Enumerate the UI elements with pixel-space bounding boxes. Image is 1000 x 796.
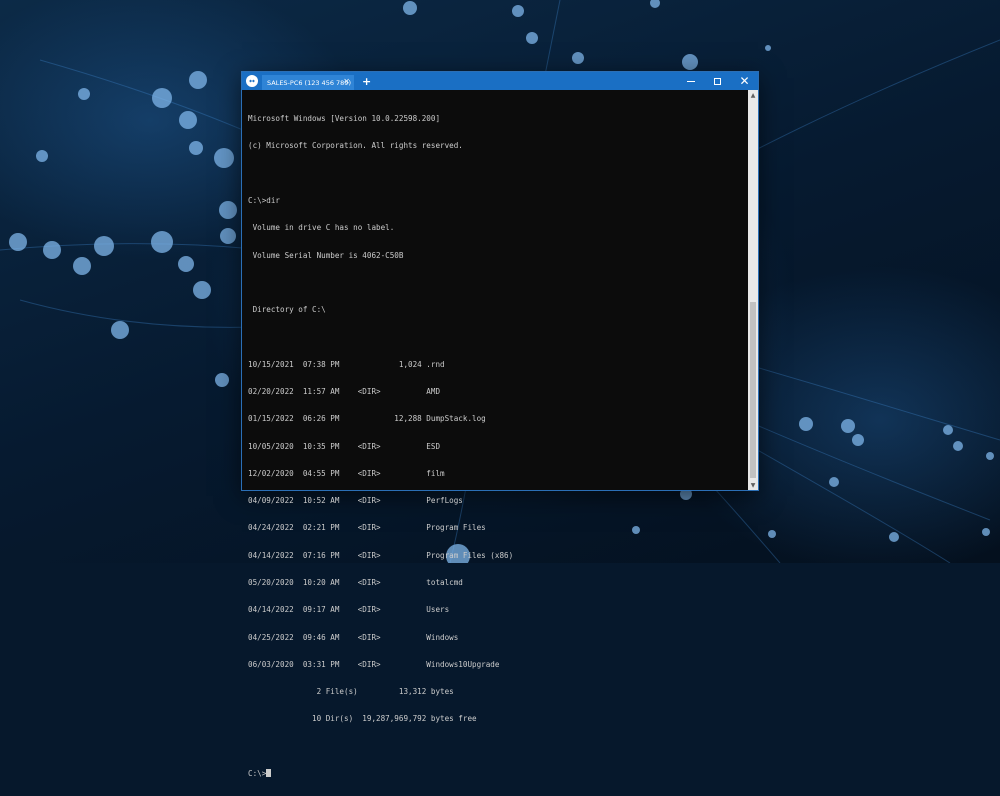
dir-entry: 04/25/2022 09:46 AM <DIR> Windows bbox=[248, 632, 459, 642]
console-line: Microsoft Windows [Version 10.0.22598.20… bbox=[248, 114, 441, 124]
command-line: C:\>dir bbox=[248, 196, 281, 206]
scroll-up-arrow-icon[interactable]: ▲ bbox=[748, 90, 758, 100]
dir-entry: 02/20/2022 11:57 AM <DIR> AMD bbox=[248, 387, 441, 396]
dir-entry: 04/09/2022 10:52 AM <DIR> PerfLogs bbox=[248, 496, 463, 506]
dirs-summary: 10 Dir(s) 19,287,969,792 bytes free bbox=[248, 714, 477, 724]
dir-entry: 12/02/2020 04:55 PM <DIR> film bbox=[248, 468, 445, 478]
prompt-line[interactable]: C:\> bbox=[248, 768, 748, 778]
scrollbar-thumb[interactable] bbox=[750, 302, 756, 478]
text-cursor bbox=[266, 768, 272, 777]
console-line: (c) Microsoft Corporation. All rights re… bbox=[248, 141, 463, 151]
maximize-button[interactable] bbox=[704, 72, 731, 90]
dir-entry: 04/24/2022 02:21 PM <DIR> Program Files bbox=[248, 523, 486, 533]
dir-entry: 04/14/2022 07:16 PM <DIR> Program Files … bbox=[248, 550, 514, 560]
dir-entry: 10/05/2020 10:35 PM <DIR> ESD bbox=[248, 441, 441, 451]
dir-entry: 01/15/2022 06:26 PM 12,288 DumpStack.log bbox=[248, 414, 486, 424]
close-button[interactable]: ✕ bbox=[731, 72, 758, 90]
scroll-down-arrow-icon[interactable]: ▼ bbox=[748, 480, 758, 490]
remote-terminal-window: SALES-PC6 (123 456 789) ✕ + ✕ Microsoft … bbox=[242, 72, 758, 778]
minimize-icon bbox=[686, 81, 695, 82]
dir-entry: 06/03/2020 03:31 PM <DIR> Windows10Upgra… bbox=[248, 659, 500, 669]
title-bar[interactable]: SALES-PC6 (123 456 789) ✕ + ✕ bbox=[242, 72, 758, 90]
dir-entry: 10/15/2021 07:38 PM 1,024 .rnd bbox=[248, 359, 445, 369]
maximize-icon bbox=[714, 77, 721, 85]
minimize-button[interactable] bbox=[677, 72, 704, 90]
files-summary: 2 File(s) 13,312 bytes bbox=[248, 687, 454, 697]
vertical-scrollbar[interactable]: ▲ ▼ bbox=[748, 90, 758, 490]
new-tab-button[interactable]: + bbox=[362, 75, 371, 89]
console-line: Volume Serial Number is 4062-C50B bbox=[248, 250, 404, 260]
dir-entry: 04/14/2022 09:17 AM <DIR> Users bbox=[248, 605, 450, 615]
prompt-text: C:\> bbox=[248, 768, 267, 778]
dir-entry: 05/20/2020 10:20 AM <DIR> totalcmd bbox=[248, 577, 463, 587]
tab-session[interactable]: SALES-PC6 (123 456 789) ✕ bbox=[262, 75, 354, 90]
console-output[interactable]: Microsoft Windows [Version 10.0.22598.20… bbox=[242, 90, 748, 778]
tab-close-icon[interactable]: ✕ bbox=[343, 77, 350, 86]
window-controls: ✕ bbox=[677, 72, 758, 90]
directory-heading: Directory of C:\ bbox=[248, 305, 326, 315]
console-line: Volume in drive C has no label. bbox=[248, 223, 395, 233]
tab-title: SALES-PC6 (123 456 789) bbox=[267, 78, 351, 87]
teamviewer-icon bbox=[246, 75, 258, 87]
